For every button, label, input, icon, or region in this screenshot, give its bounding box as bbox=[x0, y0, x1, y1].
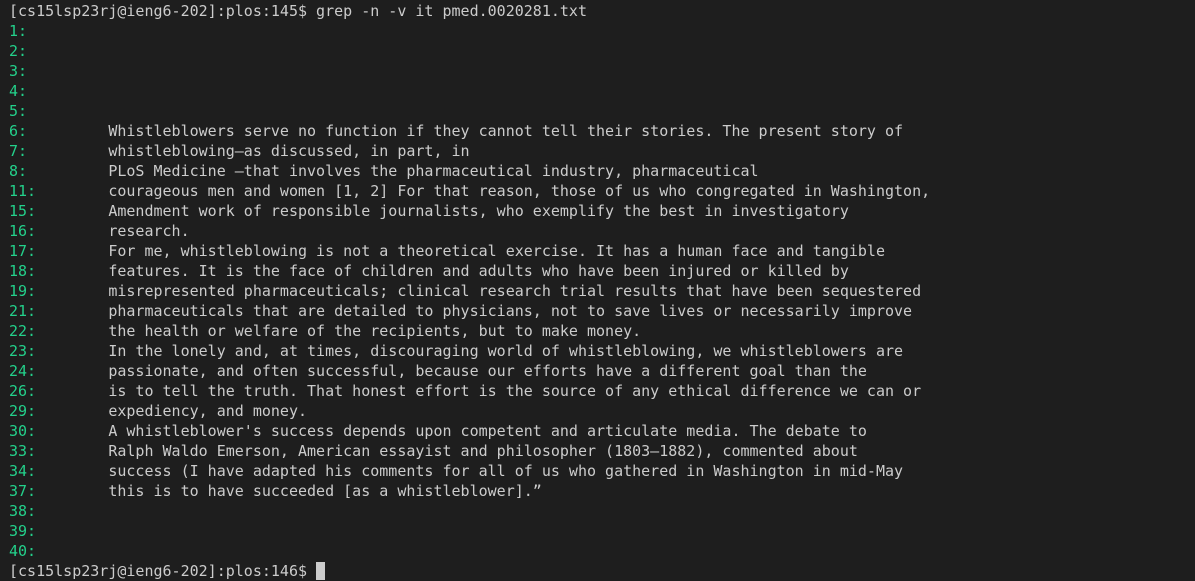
line-number: 8: bbox=[9, 162, 37, 180]
output-line: 26: is to tell the truth. That honest ef… bbox=[9, 381, 1195, 401]
line-number: 17: bbox=[9, 242, 37, 260]
line-number: 26: bbox=[9, 382, 37, 400]
output-line: 40: bbox=[9, 541, 1195, 561]
grep-output: 1: 2: 3: 4: 5: 6: Whistleblowers serve n… bbox=[9, 21, 1195, 561]
line-number: 2: bbox=[9, 42, 37, 60]
output-line: 1: bbox=[9, 21, 1195, 41]
line-text: courageous men and women [1, 2] For that… bbox=[36, 182, 931, 200]
line-number: 29: bbox=[9, 402, 37, 420]
output-line: 33: Ralph Waldo Emerson, American essayi… bbox=[9, 441, 1195, 461]
line-number: 22: bbox=[9, 322, 37, 340]
output-line: 15: Amendment work of responsible journa… bbox=[9, 201, 1195, 221]
output-line: 21: pharmaceuticals that are detailed to… bbox=[9, 301, 1195, 321]
line-text: this is to have succeeded [as a whistleb… bbox=[36, 482, 542, 500]
line-number: 4: bbox=[9, 82, 37, 100]
line-text: features. It is the face of children and… bbox=[36, 262, 849, 280]
output-line: 5: bbox=[9, 101, 1195, 121]
output-line: 16: research. bbox=[9, 221, 1195, 241]
line-text: PLoS Medicine —that involves the pharmac… bbox=[36, 162, 759, 180]
line-number: 40: bbox=[9, 542, 37, 560]
output-line: 30: A whistleblower's success depends up… bbox=[9, 421, 1195, 441]
output-line: 6: Whistleblowers serve no function if t… bbox=[9, 121, 1195, 141]
output-line: 24: passionate, and often successful, be… bbox=[9, 361, 1195, 381]
output-line: 19: misrepresented pharmaceuticals; clin… bbox=[9, 281, 1195, 301]
text-cursor bbox=[316, 562, 326, 580]
output-line: 2: bbox=[9, 41, 1195, 61]
line-text: expediency, and money. bbox=[36, 402, 308, 420]
output-line: 18: features. It is the face of children… bbox=[9, 261, 1195, 281]
output-line: 37: this is to have succeeded [as a whis… bbox=[9, 481, 1195, 501]
line-number: 19: bbox=[9, 282, 37, 300]
output-line: 22: the health or welfare of the recipie… bbox=[9, 321, 1195, 341]
output-line: 4: bbox=[9, 81, 1195, 101]
line-number: 24: bbox=[9, 362, 37, 380]
line-text: the health or welfare of the recipients,… bbox=[36, 322, 642, 340]
command-text: grep -n -v it pmed.0020281.txt bbox=[316, 2, 587, 20]
line-number: 15: bbox=[9, 202, 37, 220]
line-number: 16: bbox=[9, 222, 37, 240]
output-line: 17: For me, whistleblowing is not a theo… bbox=[9, 241, 1195, 261]
output-line: 38: bbox=[9, 501, 1195, 521]
line-text: pharmaceuticals that are detailed to phy… bbox=[36, 302, 913, 320]
line-number: 34: bbox=[9, 462, 37, 480]
line-text: In the lonely and, at times, discouragin… bbox=[36, 342, 904, 360]
line-number: 1: bbox=[9, 22, 37, 40]
output-line: 29: expediency, and money. bbox=[9, 401, 1195, 421]
line-text: whistleblowing—as discussed, in part, in bbox=[36, 142, 470, 160]
line-number: 5: bbox=[9, 102, 37, 120]
line-text: Amendment work of responsible journalist… bbox=[36, 202, 849, 220]
line-number: 39: bbox=[9, 522, 37, 540]
line-text: Whistleblowers serve no function if they… bbox=[36, 122, 904, 140]
line-text: is to tell the truth. That honest effort… bbox=[36, 382, 922, 400]
shell-prompt-current: [cs15lsp23rj@ieng6-202]:plos:146$ bbox=[9, 562, 317, 580]
terminal-output[interactable]: [cs15lsp23rj@ieng6-202]:plos:145$ grep -… bbox=[9, 0, 1195, 581]
line-number: 33: bbox=[9, 442, 37, 460]
line-number: 11: bbox=[9, 182, 37, 200]
line-number: 37: bbox=[9, 482, 37, 500]
line-text: passionate, and often successful, becaus… bbox=[36, 362, 867, 380]
line-number: 6: bbox=[9, 122, 37, 140]
line-number: 18: bbox=[9, 262, 37, 280]
line-text: misrepresented pharmaceuticals; clinical… bbox=[36, 282, 922, 300]
output-line: 34: success (I have adapted his comments… bbox=[9, 461, 1195, 481]
line-number: 38: bbox=[9, 502, 37, 520]
shell-prompt: [cs15lsp23rj@ieng6-202]:plos:145$ bbox=[9, 2, 317, 20]
line-text: For me, whistleblowing is not a theoreti… bbox=[36, 242, 885, 260]
output-line: 11: courageous men and women [1, 2] For … bbox=[9, 181, 1195, 201]
line-text: Ralph Waldo Emerson, American essayist a… bbox=[36, 442, 858, 460]
output-line: 7: whistleblowing—as discussed, in part,… bbox=[9, 141, 1195, 161]
output-line: 3: bbox=[9, 61, 1195, 81]
command-line: [cs15lsp23rj@ieng6-202]:plos:145$ grep -… bbox=[9, 0, 1195, 21]
line-number: 7: bbox=[9, 142, 37, 160]
line-number: 30: bbox=[9, 422, 37, 440]
active-prompt-line[interactable]: [cs15lsp23rj@ieng6-202]:plos:146$ bbox=[9, 561, 1195, 581]
line-number: 21: bbox=[9, 302, 37, 320]
line-text: research. bbox=[36, 222, 190, 240]
output-line: 39: bbox=[9, 521, 1195, 541]
line-number: 3: bbox=[9, 62, 37, 80]
output-line: 8: PLoS Medicine —that involves the phar… bbox=[9, 161, 1195, 181]
line-text: A whistleblower's success depends upon c… bbox=[36, 422, 867, 440]
output-line: 23: In the lonely and, at times, discour… bbox=[9, 341, 1195, 361]
line-number: 23: bbox=[9, 342, 37, 360]
line-text: success (I have adapted his comments for… bbox=[36, 462, 904, 480]
